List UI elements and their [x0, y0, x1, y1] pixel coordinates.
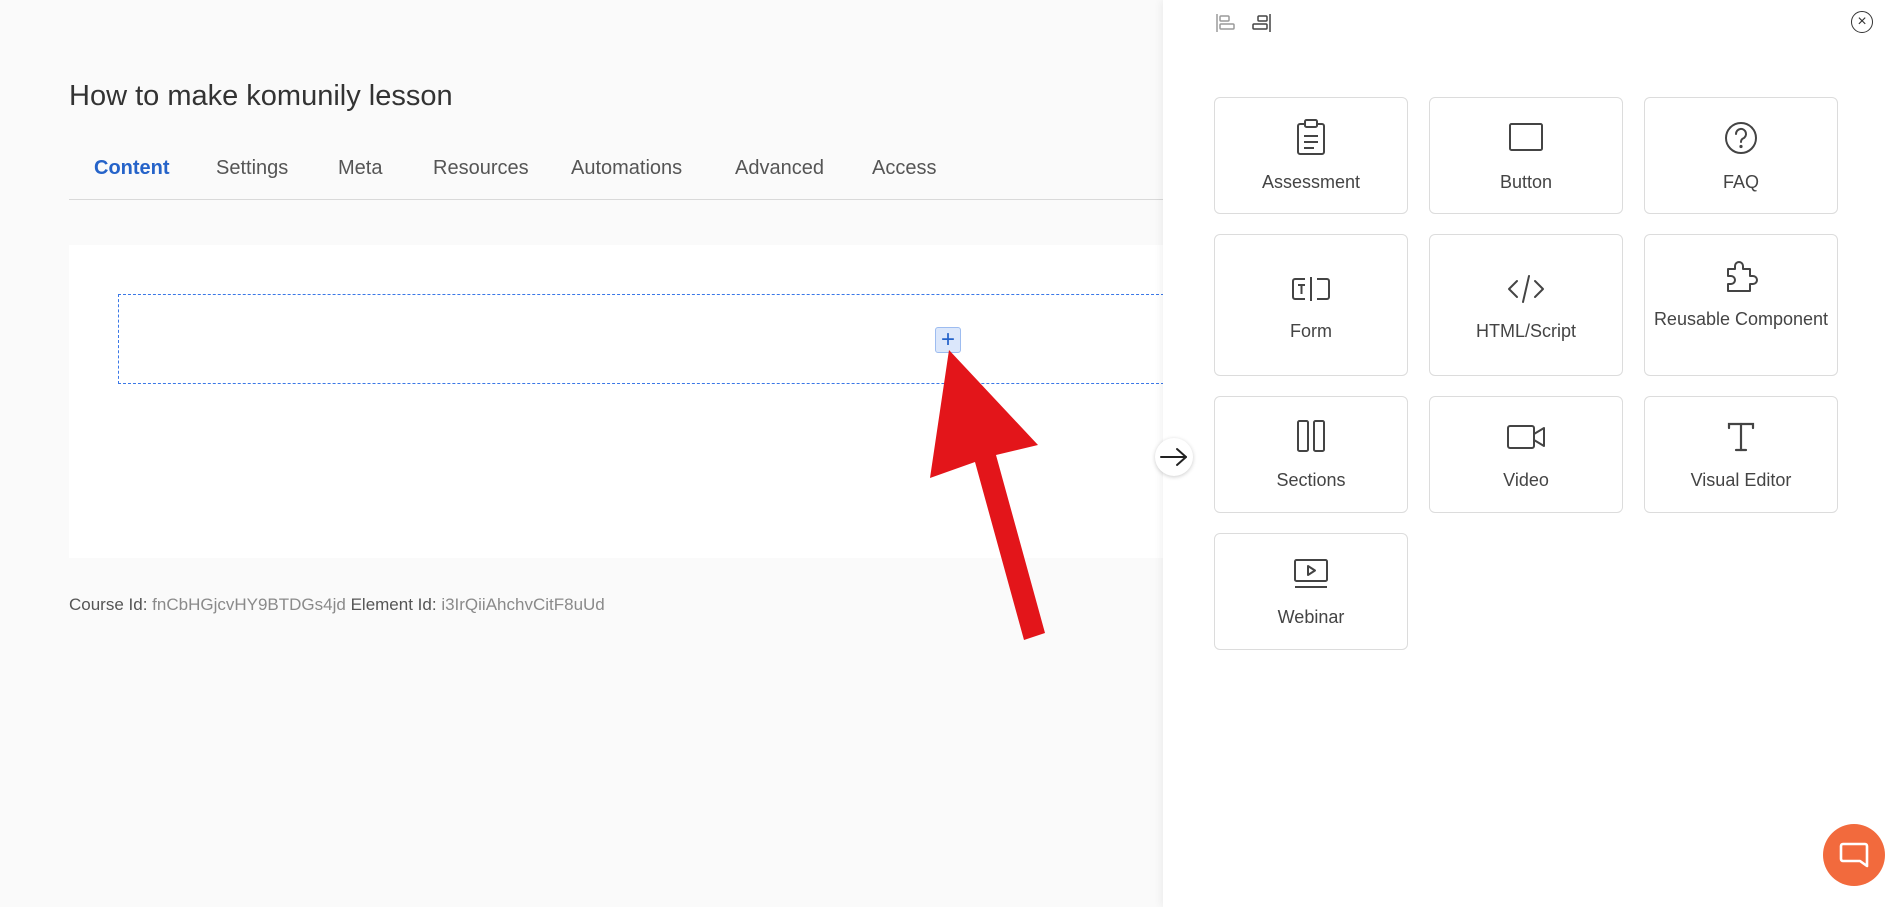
element-tile-label: Visual Editor: [1690, 470, 1792, 490]
element-tile-sections[interactable]: Sections: [1214, 396, 1408, 513]
element-tile-label: Sections: [1276, 470, 1346, 490]
tab-advanced[interactable]: Advanced: [735, 157, 824, 180]
id-info: Course Id: fnCbHGjcvHY9BTDGs4jd Element …: [69, 595, 605, 615]
arrow-right-icon: [1160, 448, 1187, 466]
element-tile-button[interactable]: Button: [1429, 97, 1623, 214]
empty-row-drop-zone[interactable]: [118, 294, 1169, 384]
tab-bar: Content Settings Meta Resources Automati…: [69, 145, 1169, 200]
content-canvas: [69, 245, 1169, 558]
clipboard-icon: [1215, 118, 1407, 156]
close-panel-button[interactable]: ×: [1851, 11, 1873, 33]
tab-meta[interactable]: Meta: [338, 157, 382, 180]
course-id-label: Course Id:: [69, 595, 148, 614]
element-id-label: Element Id:: [350, 595, 437, 614]
form-input-icon: [1215, 275, 1407, 303]
code-icon: [1430, 273, 1622, 305]
element-tile-label: Webinar: [1277, 607, 1345, 627]
chat-bubble-icon: [1839, 842, 1869, 868]
video-camera-icon: [1430, 423, 1622, 451]
element-tile-label: Video: [1503, 470, 1549, 490]
question-circle-icon: [1645, 120, 1837, 156]
element-tile-reusable-component[interactable]: Reusable Component: [1644, 234, 1838, 376]
collapse-panel-button[interactable]: [1155, 438, 1193, 476]
element-tile-webinar[interactable]: Webinar: [1214, 533, 1408, 650]
element-tile-label: HTML/Script: [1475, 321, 1576, 341]
tab-automations[interactable]: Automations: [571, 157, 682, 180]
tab-resources[interactable]: Resources: [433, 157, 529, 180]
button-rectangle-icon: [1430, 122, 1622, 152]
columns-icon: [1215, 419, 1407, 453]
tab-settings[interactable]: Settings: [216, 157, 288, 180]
tab-access[interactable]: Access: [872, 157, 936, 180]
add-element-button[interactable]: +: [935, 327, 961, 353]
element-tile-html-script[interactable]: HTML/Script: [1429, 234, 1623, 376]
element-tile-visual-editor[interactable]: Visual Editor: [1644, 396, 1838, 513]
puzzle-icon: [1645, 257, 1837, 293]
element-tile-assessment[interactable]: Assessment: [1214, 97, 1408, 214]
align-right-icon[interactable]: [1250, 12, 1272, 34]
element-tile-label: Reusable Component: [1653, 309, 1829, 329]
element-tile-label: Assessment: [1261, 172, 1361, 192]
tab-content[interactable]: Content: [94, 157, 170, 180]
element-tile-form[interactable]: Form: [1214, 234, 1408, 376]
element-id-value: i3IrQiiAhchvCitF8uUd: [441, 595, 605, 614]
align-left-icon[interactable]: [1215, 12, 1237, 34]
element-tile-label: FAQ: [1722, 172, 1759, 192]
chat-widget-button[interactable]: [1823, 824, 1885, 886]
text-t-icon: [1645, 421, 1837, 453]
page-title: How to make komunily lesson: [69, 80, 453, 112]
webinar-screen-icon: [1215, 558, 1407, 590]
course-id-value: fnCbHGjcvHY9BTDGs4jd: [152, 595, 346, 614]
element-tile-video[interactable]: Video: [1429, 396, 1623, 513]
element-tile-faq[interactable]: FAQ: [1644, 97, 1838, 214]
element-tile-label: Form: [1290, 321, 1332, 341]
element-tile-label: Button: [1499, 172, 1553, 192]
